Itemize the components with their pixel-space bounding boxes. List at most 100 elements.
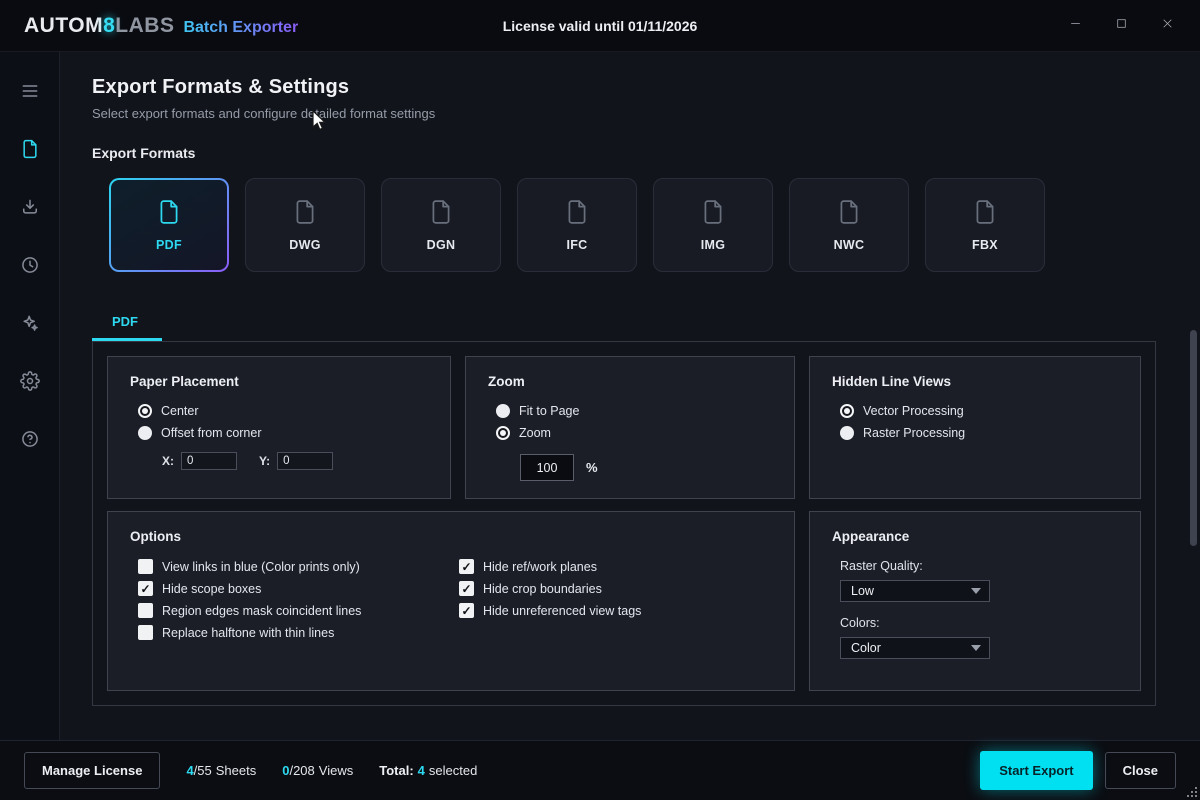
radio-zoom[interactable]: Zoom	[496, 426, 772, 440]
logo-part2: LABS	[115, 14, 174, 37]
pdf-settings-container: Paper Placement Center Offset from corne…	[92, 341, 1156, 706]
checkbox-hide-ref-work-planes[interactable]: Hide ref/work planes	[459, 559, 772, 574]
checkbox-label: View links in blue (Color prints only)	[162, 560, 360, 574]
checkbox-hide-crop-boundaries[interactable]: Hide crop boundaries	[459, 581, 772, 596]
format-card-label: IFC	[566, 238, 587, 252]
checkbox-checked-icon	[459, 559, 474, 574]
percent-label: %	[586, 460, 598, 475]
footer-actions: Start Export Close	[980, 751, 1176, 790]
tab-pdf[interactable]: PDF	[92, 314, 162, 341]
format-cards: PDF DWG DGN IFC IMG	[109, 178, 1156, 272]
checkbox-checked-icon	[459, 581, 474, 596]
zoom-value-row: %	[520, 454, 772, 481]
format-card-fbx[interactable]: FBX	[925, 178, 1045, 272]
colors-dropdown[interactable]: Color	[840, 637, 990, 659]
file-icon	[700, 199, 726, 225]
vertical-scrollbar-thumb[interactable]	[1190, 330, 1197, 546]
radio-center[interactable]: Center	[138, 404, 428, 418]
checkbox-label: Hide scope boxes	[162, 582, 261, 596]
format-card-label: IMG	[701, 238, 726, 252]
total-stat: Total: 4 selected	[379, 763, 477, 778]
minimize-button[interactable]	[1056, 11, 1094, 41]
format-card-pdf[interactable]: PDF	[109, 178, 229, 272]
sidebar-item-export-formats[interactable]	[12, 136, 48, 166]
resize-grip[interactable]	[1184, 784, 1198, 798]
logo-part1: AUTOM	[24, 14, 103, 37]
close-button[interactable]	[1148, 11, 1186, 41]
titlebar: AUTOM8LABS Batch Exporter License valid …	[0, 0, 1200, 52]
appearance-panel: Appearance Raster Quality: Low Colors: C…	[809, 511, 1141, 691]
total-selected-count: 4	[418, 763, 425, 778]
offset-x-input[interactable]	[181, 452, 237, 470]
checkbox-replace-halftone[interactable]: Replace halftone with thin lines	[138, 625, 451, 640]
footer-bar: Manage License 4/55 Sheets 0/208 Views T…	[0, 740, 1200, 800]
sparkles-icon	[20, 313, 40, 338]
colors-label: Colors:	[840, 616, 1118, 630]
format-card-dgn[interactable]: DGN	[381, 178, 501, 272]
sidebar	[0, 52, 60, 740]
radio-unselected-icon	[496, 404, 510, 418]
radio-unselected-icon	[138, 426, 152, 440]
sheets-selected-count: 4	[186, 763, 193, 778]
checkbox-label: Hide ref/work planes	[483, 560, 597, 574]
file-icon	[292, 199, 318, 225]
sheets-stat: 4/55 Sheets	[186, 763, 256, 778]
radio-fit-to-page[interactable]: Fit to Page	[496, 404, 772, 418]
radio-vector-processing[interactable]: Vector Processing	[840, 404, 1118, 418]
offset-xy-row: X: Y:	[162, 452, 428, 470]
panel-title: Hidden Line Views	[832, 374, 1118, 389]
offset-y-input[interactable]	[277, 452, 333, 470]
format-card-dwg[interactable]: DWG	[245, 178, 365, 272]
radio-label: Fit to Page	[519, 404, 579, 418]
radio-selected-icon	[496, 426, 510, 440]
sidebar-item-history[interactable]	[12, 252, 48, 282]
checkbox-hide-scope-boxes[interactable]: Hide scope boxes	[138, 581, 451, 596]
zoom-percent-input[interactable]	[520, 454, 574, 481]
file-icon	[428, 199, 454, 225]
download-icon	[20, 197, 40, 222]
checkbox-label: Hide unreferenced view tags	[483, 604, 641, 618]
chevron-down-icon	[971, 588, 981, 594]
raster-quality-label: Raster Quality:	[840, 559, 1118, 573]
radio-offset-from-corner[interactable]: Offset from corner	[138, 426, 428, 440]
options-column-2: Hide ref/work planes Hide crop boundarie…	[451, 559, 772, 640]
start-export-button[interactable]: Start Export	[980, 751, 1092, 790]
radio-label: Zoom	[519, 426, 551, 440]
hidden-line-views-panel: Hidden Line Views Vector Processing Rast…	[809, 356, 1141, 499]
app-subtitle: Batch Exporter	[183, 19, 298, 37]
manage-license-button[interactable]: Manage License	[24, 752, 160, 789]
close-icon	[1161, 17, 1174, 35]
sidebar-item-automation[interactable]	[12, 310, 48, 340]
page-subtitle: Select export formats and configure deta…	[92, 106, 1156, 121]
checkbox-checked-icon	[459, 603, 474, 618]
options-panel: Options View links in blue (Color prints…	[107, 511, 795, 691]
radio-unselected-icon	[840, 426, 854, 440]
format-card-img[interactable]: IMG	[653, 178, 773, 272]
radio-label: Vector Processing	[863, 404, 964, 418]
checkbox-label: Region edges mask coincident lines	[162, 604, 361, 618]
radio-raster-processing[interactable]: Raster Processing	[840, 426, 1118, 440]
panel-title: Options	[130, 529, 772, 544]
checkbox-unchecked-icon	[138, 625, 153, 640]
raster-quality-dropdown[interactable]: Low	[840, 580, 990, 602]
app-logo: AUTOM8LABS Batch Exporter	[0, 14, 298, 38]
sidebar-item-settings[interactable]	[12, 368, 48, 398]
radio-label: Offset from corner	[161, 426, 262, 440]
document-icon	[20, 139, 40, 164]
checkbox-hide-unreferenced-view-tags[interactable]: Hide unreferenced view tags	[459, 603, 772, 618]
radio-label: Raster Processing	[863, 426, 965, 440]
format-card-nwc[interactable]: NWC	[789, 178, 909, 272]
sidebar-menu-toggle[interactable]	[12, 78, 48, 108]
maximize-button[interactable]	[1102, 11, 1140, 41]
close-dialog-button[interactable]: Close	[1105, 752, 1176, 789]
views-total-count: /208	[289, 763, 314, 778]
checkbox-view-links-in-blue[interactable]: View links in blue (Color prints only)	[138, 559, 451, 574]
checkbox-label: Replace halftone with thin lines	[162, 626, 334, 640]
panel-title: Zoom	[488, 374, 772, 389]
checkbox-region-edges-mask[interactable]: Region edges mask coincident lines	[138, 603, 451, 618]
file-icon	[836, 199, 862, 225]
format-card-ifc[interactable]: IFC	[517, 178, 637, 272]
sidebar-item-help[interactable]	[12, 426, 48, 456]
sheets-label: Sheets	[216, 763, 256, 778]
sidebar-item-export-queue[interactable]	[12, 194, 48, 224]
